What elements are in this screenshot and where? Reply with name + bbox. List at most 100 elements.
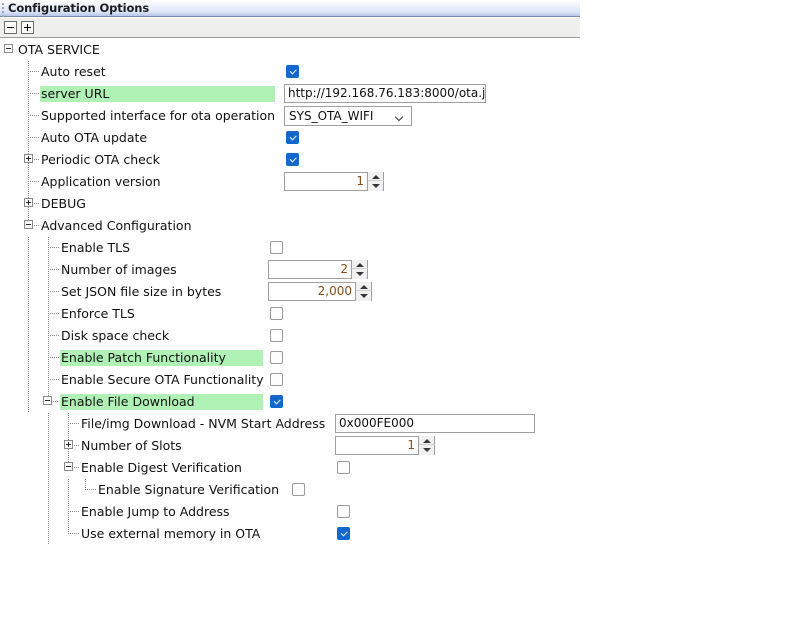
checkbox-enable-file-download[interactable]: [270, 395, 283, 408]
collapse-all-button[interactable]: [4, 21, 17, 34]
collapse-icon-enable-file-download[interactable]: [43, 396, 52, 405]
tree-label-debug: DEBUG: [41, 196, 86, 211]
checkbox-auto-ota-update[interactable]: [286, 131, 299, 144]
tree-row-nvm-start-address[interactable]: File/img Download - NVM Start Address 0x0…: [0, 413, 798, 435]
panel-titlebar: Configuration Options: [0, 0, 580, 17]
tree-row-periodic-ota-check[interactable]: Periodic OTA check: [0, 149, 798, 171]
tree-row-auto-ota-update[interactable]: Auto OTA update: [0, 127, 798, 149]
tree-label-disk-space-check: Disk space check: [61, 328, 170, 343]
tree-row-number-of-images[interactable]: Number of images 2: [0, 259, 798, 281]
tree-row-enable-tls[interactable]: Enable TLS: [0, 237, 798, 259]
tree-connector-elbow: [48, 379, 59, 380]
checkbox-enable-jump-to-address[interactable]: [337, 505, 350, 518]
spinner-down-icon[interactable]: [423, 448, 431, 452]
tree-label-set-json-file-size: Set JSON file size in bytes: [61, 284, 222, 299]
tree-row-enable-file-download[interactable]: Enable File Download: [0, 391, 798, 413]
tree-label-enable-secure-ota-functionality: Enable Secure OTA Functionality: [61, 372, 264, 387]
checkbox-enforce-tls[interactable]: [270, 307, 283, 320]
tree-label-nvm-start-address: File/img Download - NVM Start Address: [81, 416, 326, 431]
checkbox-enable-secure-ota-functionality[interactable]: [270, 373, 283, 386]
tree-connector-elbow: [48, 269, 59, 270]
tree-row-enable-secure-ota-functionality[interactable]: Enable Secure OTA Functionality: [0, 369, 798, 391]
panel-toolbar: [0, 18, 580, 38]
tree-row-enable-patch-functionality[interactable]: Enable Patch Functionality: [0, 347, 798, 369]
tree-row-set-json-file-size[interactable]: Set JSON file size in bytes 2,000: [0, 281, 798, 303]
tree-connector-line: [48, 413, 49, 435]
spinner-set-json-file-size[interactable]: 2,000: [268, 282, 372, 301]
tree-connector-line: [68, 413, 69, 435]
spinner-value-set-json-file-size: 2,000: [317, 284, 352, 298]
tree-connector-elbow: [28, 115, 39, 116]
tree-connector-line: [48, 259, 49, 281]
tree-row-debug[interactable]: DEBUG: [0, 193, 798, 215]
tree-label-enable-digest-verification: Enable Digest Verification: [81, 460, 242, 475]
tree-label-server-url: server URL: [40, 86, 275, 102]
expand-icon-periodic-ota-check[interactable]: [24, 154, 33, 163]
text-input-nvm-start-address[interactable]: 0x000FE000: [335, 414, 535, 433]
drag-grip-icon[interactable]: [2, 3, 5, 17]
configuration-tree[interactable]: OTA SERVICE Auto reset server URL http://19…: [0, 39, 580, 625]
checkbox-disk-space-check[interactable]: [270, 329, 283, 342]
tree-row-application-version[interactable]: Application version 1: [0, 171, 798, 193]
spinner-application-version[interactable]: 1: [284, 172, 384, 191]
tree-label-use-external-memory: Use external memory in OTA: [81, 526, 261, 541]
dropdown-value-supported-interface: SYS_OTA_WIFI: [289, 109, 374, 123]
tree-connector-line: [28, 281, 29, 303]
collapse-icon-ota-service[interactable]: [4, 44, 13, 53]
tree-row-use-external-memory[interactable]: Use external memory in OTA: [0, 523, 798, 545]
tree-connector-line: [28, 171, 29, 193]
spinner-down-icon[interactable]: [360, 294, 368, 298]
tree-connector-elbow: [68, 511, 79, 512]
spinner-number-of-images[interactable]: 2: [268, 260, 368, 279]
panel-title: Configuration Options: [8, 1, 150, 15]
tree-connector-line: [28, 369, 29, 391]
checkbox-periodic-ota-check[interactable]: [286, 153, 299, 166]
tree-connector-line: [68, 501, 69, 523]
tree-label-enforce-tls: Enforce TLS: [61, 306, 135, 321]
checkbox-use-external-memory[interactable]: [337, 527, 350, 540]
spinner-up-icon[interactable]: [360, 285, 368, 289]
text-input-server-url[interactable]: http://192.168.76.183:8000/ota.json: [284, 84, 486, 103]
checkbox-enable-digest-verification[interactable]: [337, 461, 350, 474]
collapse-icon-enable-digest-verification[interactable]: [64, 462, 73, 471]
spinner-down-icon[interactable]: [372, 184, 380, 188]
checkbox-enable-signature-verification[interactable]: [292, 483, 305, 496]
checkbox-auto-reset[interactable]: [286, 65, 299, 78]
dropdown-supported-interface[interactable]: SYS_OTA_WIFI: [284, 106, 412, 126]
spinner-down-icon[interactable]: [356, 272, 364, 276]
tree-connector-line: [28, 127, 29, 149]
spinner-number-of-slots[interactable]: 1: [335, 436, 435, 455]
tree-row-number-of-slots[interactable]: Number of Slots 1: [0, 435, 798, 457]
tree-label-enable-signature-verification: Enable Signature Verification: [98, 482, 280, 497]
checkbox-enable-tls[interactable]: [270, 241, 283, 254]
spinner-arrows-application-version: [367, 172, 384, 191]
tree-connector-line: [48, 281, 49, 303]
tree-connector-line: [28, 325, 29, 347]
spinner-up-icon[interactable]: [356, 263, 364, 267]
tree-connector-elbow: [28, 93, 39, 94]
tree-row-ota-service[interactable]: OTA SERVICE: [0, 39, 798, 61]
tree-row-supported-interface[interactable]: Supported interface for ota operation SYS…: [0, 105, 798, 127]
spinner-up-icon[interactable]: [423, 439, 431, 443]
tree-row-enforce-tls[interactable]: Enforce TLS: [0, 303, 798, 325]
chevron-down-icon[interactable]: [396, 114, 403, 118]
tree-connector-line: [68, 479, 69, 501]
expand-icon-number-of-slots[interactable]: [64, 440, 73, 449]
checkbox-enable-patch-functionality[interactable]: [270, 351, 283, 364]
tree-connector-line: [48, 457, 49, 479]
tree-connector-line: [28, 237, 29, 259]
tree-label-enable-tls: Enable TLS: [61, 240, 131, 255]
spinner-up-icon[interactable]: [372, 175, 380, 179]
tree-row-server-url[interactable]: server URL http://192.168.76.183:8000/ota…: [0, 83, 798, 105]
tree-row-enable-signature-verification[interactable]: Enable Signature Verification: [0, 479, 798, 501]
tree-row-auto-reset[interactable]: Auto reset: [0, 61, 798, 83]
tree-row-disk-space-check[interactable]: Disk space check: [0, 325, 798, 347]
tree-row-advanced-configuration[interactable]: Advanced Configuration: [0, 215, 798, 237]
tree-label-ota-service: OTA SERVICE: [18, 42, 100, 57]
expand-all-button[interactable]: [21, 21, 34, 34]
tree-row-enable-jump-to-address[interactable]: Enable Jump to Address: [0, 501, 798, 523]
tree-label-application-version: Application version: [41, 174, 161, 189]
collapse-icon-advanced-configuration[interactable]: [24, 220, 33, 229]
expand-icon-debug[interactable]: [24, 198, 33, 207]
tree-row-enable-digest-verification[interactable]: Enable Digest Verification: [0, 457, 798, 479]
